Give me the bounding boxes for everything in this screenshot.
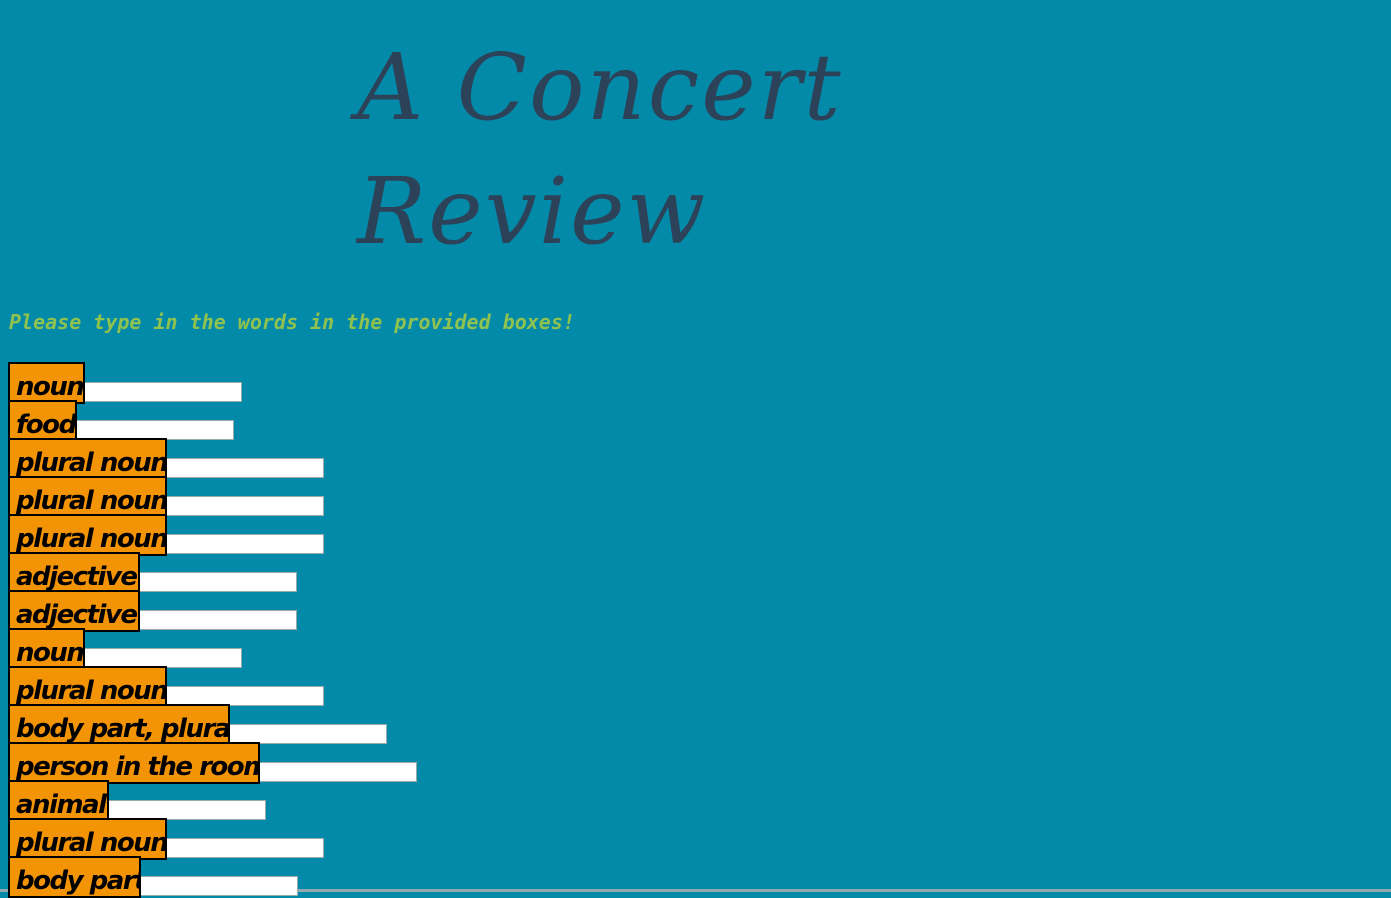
word-input[interactable] <box>259 762 417 782</box>
word-input[interactable] <box>108 800 266 820</box>
word-row: plural noun <box>8 514 608 556</box>
word-label: plural noun <box>8 818 167 860</box>
word-input[interactable] <box>166 686 324 706</box>
word-input[interactable] <box>139 572 297 592</box>
word-row: food <box>8 400 608 442</box>
word-input[interactable] <box>229 724 387 744</box>
word-label: noun <box>8 628 85 670</box>
word-label: food <box>8 400 77 442</box>
word-entry-form: noun food plural noun plural noun plural… <box>8 362 608 898</box>
word-row: noun <box>8 628 608 670</box>
word-input[interactable] <box>139 610 297 630</box>
instructions-text: Please type in the words in the provided… <box>9 310 575 334</box>
word-row: noun <box>8 362 608 404</box>
word-input[interactable] <box>166 458 324 478</box>
word-label: plural noun <box>8 438 167 480</box>
word-label: plural noun <box>8 666 167 708</box>
word-row: person in the room <box>8 742 608 784</box>
word-label: body part, plural <box>8 704 230 746</box>
word-label: plural noun <box>8 476 167 518</box>
word-row: adjective <box>8 590 608 632</box>
word-input[interactable] <box>166 496 324 516</box>
word-label: adjective <box>8 590 140 632</box>
word-label: animal <box>8 780 109 822</box>
page-title: A Concert Review <box>357 26 917 274</box>
word-row: plural noun <box>8 476 608 518</box>
word-input[interactable] <box>166 534 324 554</box>
page-title-line-2: Review <box>357 158 708 265</box>
word-row: plural noun <box>8 818 608 860</box>
word-input[interactable] <box>84 648 242 668</box>
word-input[interactable] <box>84 382 242 402</box>
word-row: adjective <box>8 552 608 594</box>
word-label: adjective <box>8 552 140 594</box>
word-input[interactable] <box>166 838 324 858</box>
word-label: plural noun <box>8 514 167 556</box>
word-row: plural noun <box>8 438 608 480</box>
word-input[interactable] <box>140 876 298 896</box>
page-title-line-1: A Concert <box>357 34 843 141</box>
word-row: plural noun <box>8 666 608 708</box>
word-label: person in the room <box>8 742 260 784</box>
word-row: animal <box>8 780 608 822</box>
word-label: noun <box>8 362 85 404</box>
word-input[interactable] <box>76 420 234 440</box>
word-row: body part, plural <box>8 704 608 746</box>
